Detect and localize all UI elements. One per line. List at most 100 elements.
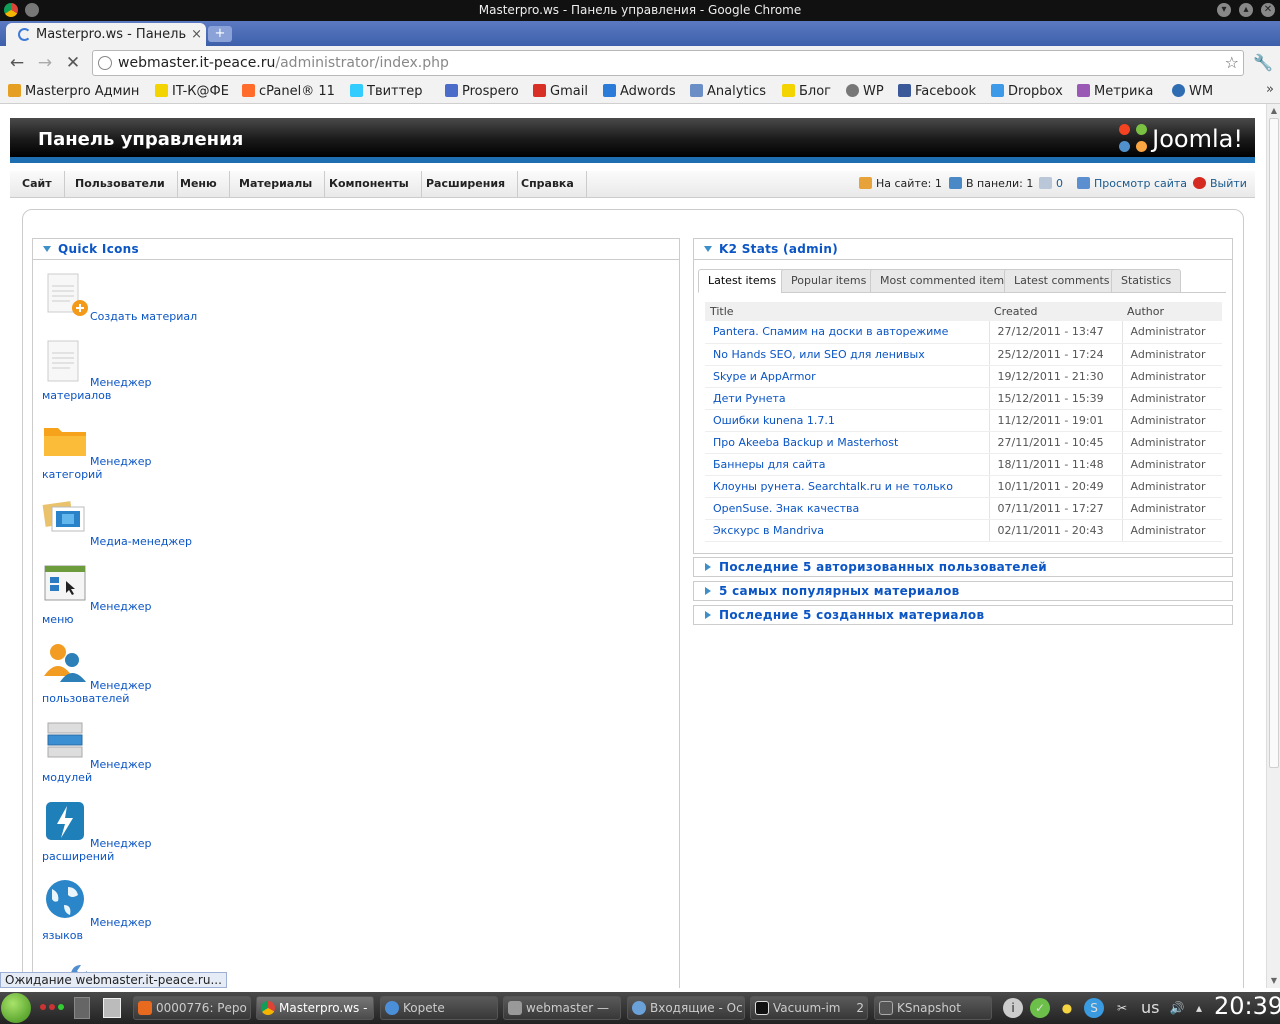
menu-articles[interactable]: Материалы [227, 171, 326, 198]
logout-link[interactable]: Выйти [1193, 171, 1247, 198]
bookmark-item[interactable]: Prospero [445, 83, 519, 101]
new-tab-button[interactable]: + [208, 26, 232, 42]
bookmark-item[interactable]: Блог [782, 83, 831, 101]
browser-tab[interactable]: Masterpro.ws - Панель × [6, 23, 206, 46]
page-scrollbar[interactable]: ▲ ▼ [1266, 104, 1280, 988]
pager-icon[interactable] [40, 1004, 64, 1012]
task-item[interactable]: Vacuum-im 2 [750, 996, 868, 1020]
bookmark-item[interactable]: WP [846, 83, 884, 101]
notes-icon[interactable] [103, 998, 121, 1018]
bookmark-item[interactable]: Analytics [690, 83, 766, 101]
close-icon[interactable]: ✕ [1261, 3, 1275, 17]
scroll-up-icon[interactable]: ▲ [1267, 106, 1280, 115]
task-item[interactable]: Входящие - Ос [627, 996, 745, 1020]
item-title-link[interactable]: Ошибки kunena 1.7.1 [713, 414, 835, 427]
keyboard-layout[interactable]: us [1141, 998, 1159, 1017]
quick-icon-menu-manager[interactable]: Менеджер меню [42, 563, 202, 627]
scrollbar-thumb[interactable] [1269, 118, 1279, 768]
stop-icon[interactable]: ✕ [62, 53, 84, 73]
info-icon[interactable]: i [1003, 998, 1023, 1018]
menu-users[interactable]: Пользователи [63, 171, 178, 198]
item-title-link[interactable]: OpenSuse. Знак качества [713, 502, 859, 515]
bookmark-item[interactable]: Dropbox [991, 83, 1063, 101]
item-title-link[interactable]: Баннеры для сайта [713, 458, 825, 471]
k2-tabs: Latest items Popular items Most commente… [698, 269, 1226, 293]
quick-icon-extension-manager[interactable]: Менеджер расширений [42, 800, 202, 864]
tab-latest-comments[interactable]: Latest comments [1004, 269, 1120, 293]
panel-latest-articles[interactable]: Последние 5 созданных материалов [693, 605, 1233, 625]
collapse-toggle-icon[interactable] [704, 246, 712, 252]
menu-menus[interactable]: Меню [168, 171, 230, 198]
quick-icon-module-manager[interactable]: Менеджер модулей [42, 721, 202, 785]
quick-icon-category-manager[interactable]: Менеджер категорий [42, 418, 202, 482]
task-item[interactable]: Kopete [380, 996, 498, 1020]
panel-title[interactable]: Quick Icons [33, 239, 679, 260]
view-site-link[interactable]: Просмотр сайта [1077, 171, 1187, 198]
task-item[interactable]: webmaster — [503, 996, 621, 1020]
item-title-link[interactable]: Pantera. Спамим на доски в авторежиме [713, 325, 948, 338]
bookmark-item[interactable]: WM [1172, 83, 1213, 101]
bookmark-item[interactable]: Adwords [603, 83, 676, 101]
bookmark-star-icon[interactable]: ☆ [1225, 51, 1239, 75]
menu-extensions[interactable]: Расширения [414, 171, 519, 198]
item-title-link[interactable]: Skype и AppArmor [713, 370, 816, 383]
tab-close-icon[interactable]: × [191, 23, 202, 46]
menu-help[interactable]: Справка [509, 171, 587, 198]
panel-last-logged-users[interactable]: Последние 5 авторизованных пользователей [693, 557, 1233, 577]
tab-popular-items[interactable]: Popular items [781, 269, 877, 293]
menu-site[interactable]: Сайт [10, 171, 65, 198]
tab-most-commented[interactable]: Most commented items [870, 269, 1020, 293]
quick-icon-language-manager[interactable]: Менеджер языков [42, 879, 202, 943]
address-bar[interactable]: webmaster.it-peace.ru/administrator/inde… [92, 50, 1244, 76]
tab-statistics[interactable]: Statistics [1111, 269, 1182, 293]
panel-popular-articles[interactable]: 5 самых популярных материалов [693, 581, 1233, 601]
expand-toggle-icon[interactable] [705, 587, 711, 595]
item-title-link[interactable]: No Hands SEO, или SEO для ленивых [713, 348, 925, 361]
bookmark-item[interactable]: Gmail [533, 83, 588, 101]
task-item[interactable]: Masterpro.ws - [256, 996, 374, 1020]
minimize-icon[interactable]: ▾ [1217, 3, 1231, 17]
scroll-down-icon[interactable]: ▼ [1267, 976, 1280, 985]
desktop-icon[interactable] [74, 997, 90, 1019]
item-created-cell: 15/12/2011 - 15:39 [989, 387, 1123, 410]
item-title-link[interactable]: Дети Рунета [713, 392, 786, 405]
item-created-cell: 27/12/2011 - 13:47 [989, 321, 1123, 344]
bookmark-item[interactable]: IT-К@ФЕ [155, 83, 229, 101]
table-row: Pantera. Спамим на доски в авторежиме 27/… [705, 321, 1222, 344]
clock[interactable]: 20:39 [1214, 990, 1280, 1022]
quick-icon-user-manager[interactable]: Менеджер пользователей [42, 642, 202, 706]
maximize-icon[interactable]: ▴ [1239, 3, 1253, 17]
messages-count[interactable]: 0 [1039, 171, 1063, 198]
quick-icon-article-manager[interactable]: Менеджер материалов [42, 339, 202, 403]
bookmark-item[interactable]: cPanel® 11 [242, 83, 335, 101]
task-item[interactable]: KSnapshot [874, 996, 992, 1020]
panel-title[interactable]: K2 Stats (admin) [694, 239, 1232, 260]
bookmark-item[interactable]: Метрика [1077, 83, 1153, 101]
window-menu-icon[interactable] [25, 3, 39, 17]
quick-icon-media-manager[interactable]: Медиа-менеджер [42, 497, 202, 548]
bookmark-item[interactable]: Твиттер [350, 83, 422, 101]
back-icon[interactable]: ← [6, 53, 28, 73]
bookmark-item[interactable]: Facebook [898, 83, 976, 101]
wrench-menu-icon[interactable]: 🔧 [1253, 53, 1273, 72]
network-icon[interactable]: ✓ [1030, 998, 1050, 1018]
bookmark-item[interactable]: Masterpro Админ [8, 83, 139, 101]
bulb-icon[interactable]: ● [1057, 998, 1077, 1018]
item-title-link[interactable]: Про Akeeba Backup и Masterhost [713, 436, 898, 449]
tray-expand-icon[interactable]: ▴ [1192, 998, 1206, 1018]
expand-toggle-icon[interactable] [705, 563, 711, 571]
quick-icon-add-article[interactable]: Создать материал [42, 272, 202, 323]
forward-icon[interactable]: → [34, 53, 56, 73]
task-item[interactable]: 0000776: Реро [133, 996, 251, 1020]
skype-icon[interactable]: S [1084, 998, 1104, 1018]
scissors-icon[interactable]: ✂ [1112, 998, 1132, 1018]
item-title-link[interactable]: Экскурс в Mandriva [713, 524, 824, 537]
volume-icon[interactable]: 🔊 [1167, 998, 1187, 1018]
bookmarks-overflow-icon[interactable]: » [1266, 82, 1274, 97]
collapse-toggle-icon[interactable] [43, 246, 51, 252]
tab-latest-items[interactable]: Latest items [698, 269, 787, 293]
app-launcher-icon[interactable] [1, 993, 31, 1023]
menu-components[interactable]: Компоненты [317, 171, 422, 198]
item-title-link[interactable]: Клоуны рунета. Searchtalk.ru и не только [713, 480, 953, 493]
expand-toggle-icon[interactable] [705, 611, 711, 619]
